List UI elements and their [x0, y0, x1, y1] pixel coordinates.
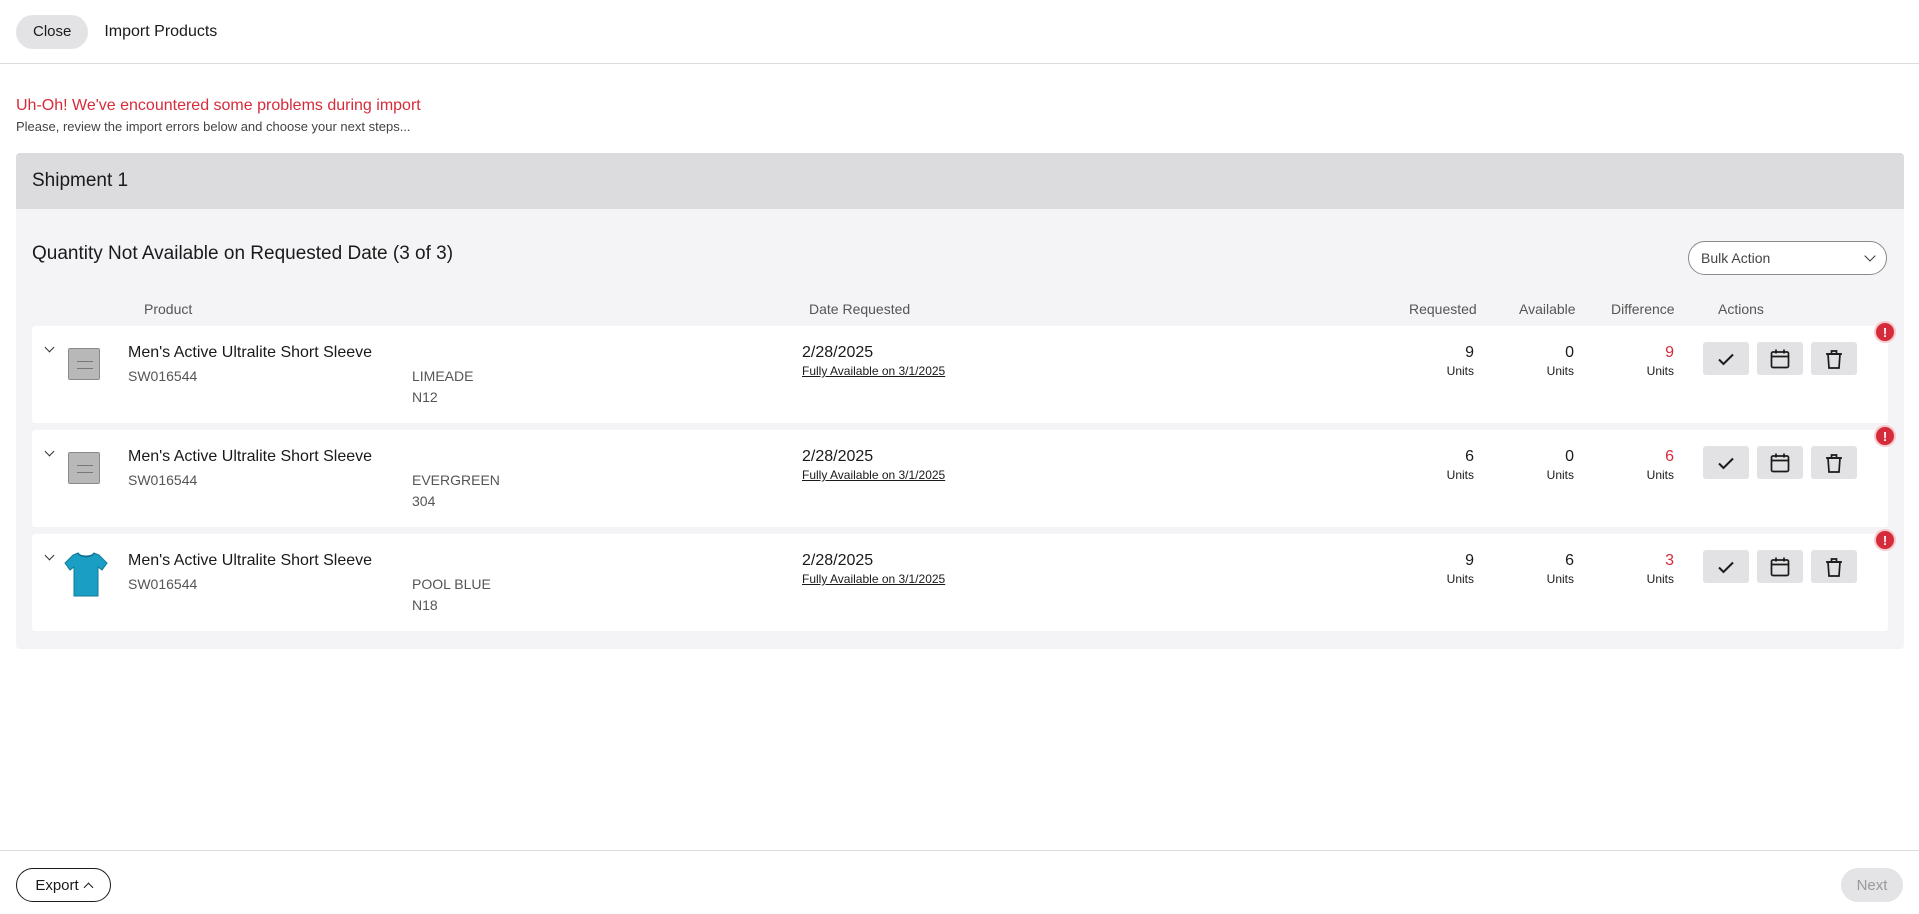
chevron-down-icon[interactable]	[44, 342, 55, 353]
product-sku: SW016544	[128, 472, 198, 488]
available-unit: Units	[1546, 572, 1574, 586]
product-size: N12	[412, 389, 438, 405]
requested-unit: Units	[1446, 364, 1474, 378]
alert-icon: !	[1874, 321, 1896, 343]
difference-unit: Units	[1646, 364, 1674, 378]
trash-icon	[1826, 453, 1842, 473]
product-image-shirt	[64, 552, 108, 597]
available-value: 0	[1565, 448, 1574, 465]
product-name: Men's Active Ultralite Short Sleeve	[128, 552, 373, 569]
product-color: POOL BLUE	[412, 576, 491, 592]
availability-link[interactable]: Fully Available on 3/1/2025	[802, 572, 945, 586]
requested-unit: Units	[1446, 572, 1474, 586]
delete-button[interactable]	[1811, 342, 1857, 375]
table-row: Men's Active Ultralite Short Sleeve SW01…	[32, 529, 1896, 631]
approve-button[interactable]	[1703, 550, 1749, 583]
column-header-difference: Difference	[1611, 301, 1675, 317]
export-button[interactable]: Export	[16, 868, 111, 902]
available-unit: Units	[1546, 364, 1574, 378]
chevron-up-icon	[83, 882, 94, 892]
alert-icon: !	[1874, 425, 1896, 447]
difference-unit: Units	[1646, 468, 1674, 482]
product-sku: SW016544	[128, 576, 198, 592]
trash-icon	[1826, 349, 1842, 369]
availability-link[interactable]: Fully Available on 3/1/2025	[802, 468, 945, 482]
table-row: Men's Active Ultralite Short Sleeve SW01…	[32, 425, 1896, 527]
shipment-header: Shipment 1	[16, 153, 1904, 209]
delete-button[interactable]	[1811, 446, 1857, 479]
top-bar: Close Import Products	[0, 0, 1919, 64]
chevron-down-icon[interactable]	[44, 550, 55, 561]
export-label: Export	[35, 876, 79, 894]
reschedule-button[interactable]	[1757, 550, 1803, 583]
approve-button[interactable]	[1703, 342, 1749, 375]
difference-value: 3	[1665, 552, 1674, 569]
product-image-placeholder	[68, 348, 100, 380]
check-icon	[1718, 561, 1734, 573]
difference-unit: Units	[1646, 572, 1674, 586]
availability-link[interactable]: Fully Available on 3/1/2025	[802, 364, 945, 378]
check-icon	[1718, 353, 1734, 365]
requested-value: 9	[1465, 552, 1474, 569]
available-value: 0	[1565, 344, 1574, 361]
check-icon	[1718, 457, 1734, 469]
date-requested: 2/28/2025	[802, 552, 874, 569]
next-button[interactable]: Next	[1841, 868, 1903, 902]
calendar-icon	[1770, 557, 1790, 576]
bulk-action-label: Bulk Action	[1701, 250, 1771, 266]
column-header-product: Product	[144, 301, 193, 317]
date-requested: 2/28/2025	[802, 344, 874, 361]
available-value: 6	[1565, 552, 1574, 569]
column-header-actions: Actions	[1718, 301, 1764, 317]
product-image-placeholder	[68, 452, 100, 484]
difference-value: 6	[1665, 448, 1674, 465]
product-color: LIMEADE	[412, 368, 474, 384]
difference-value: 9	[1665, 344, 1674, 361]
column-header-available: Available	[1519, 301, 1576, 317]
error-subtitle: Please, review the import errors below a…	[16, 119, 411, 134]
reschedule-button[interactable]	[1757, 342, 1803, 375]
product-size: 304	[412, 493, 436, 509]
approve-button[interactable]	[1703, 446, 1749, 479]
date-requested: 2/28/2025	[802, 448, 874, 465]
product-color: EVERGREEN	[412, 472, 500, 488]
column-header-date-requested: Date Requested	[809, 301, 911, 317]
trash-icon	[1826, 557, 1842, 577]
page-title: Import Products	[104, 22, 218, 40]
delete-button[interactable]	[1811, 550, 1857, 583]
chevron-down-icon	[1864, 250, 1876, 262]
product-name: Men's Active Ultralite Short Sleeve	[128, 344, 373, 361]
shipment-title: Shipment 1	[32, 170, 129, 191]
footer-bar: Export Next	[0, 850, 1919, 914]
bulk-action-select[interactable]: Bulk Action	[1688, 241, 1887, 275]
chevron-down-icon[interactable]	[44, 446, 55, 457]
table-row: Men's Active Ultralite Short Sleeve SW01…	[32, 321, 1896, 423]
product-size: N18	[412, 597, 438, 613]
requested-value: 6	[1465, 448, 1474, 465]
alert-icon: !	[1874, 529, 1896, 551]
requested-unit: Units	[1446, 468, 1474, 482]
calendar-icon	[1770, 453, 1790, 472]
calendar-icon	[1770, 349, 1790, 368]
reschedule-button[interactable]	[1757, 446, 1803, 479]
close-button[interactable]: Close	[16, 14, 89, 49]
product-name: Men's Active Ultralite Short Sleeve	[128, 448, 373, 465]
product-sku: SW016544	[128, 368, 198, 384]
error-title: Uh-Oh! We've encountered some problems d…	[16, 97, 421, 114]
column-header-requested: Requested	[1409, 301, 1477, 317]
shipment-panel: Shipment 1 Quantity Not Available on Req…	[16, 153, 1904, 649]
section-title: Quantity Not Available on Requested Date…	[32, 243, 454, 264]
available-unit: Units	[1546, 468, 1574, 482]
requested-value: 9	[1465, 344, 1474, 361]
